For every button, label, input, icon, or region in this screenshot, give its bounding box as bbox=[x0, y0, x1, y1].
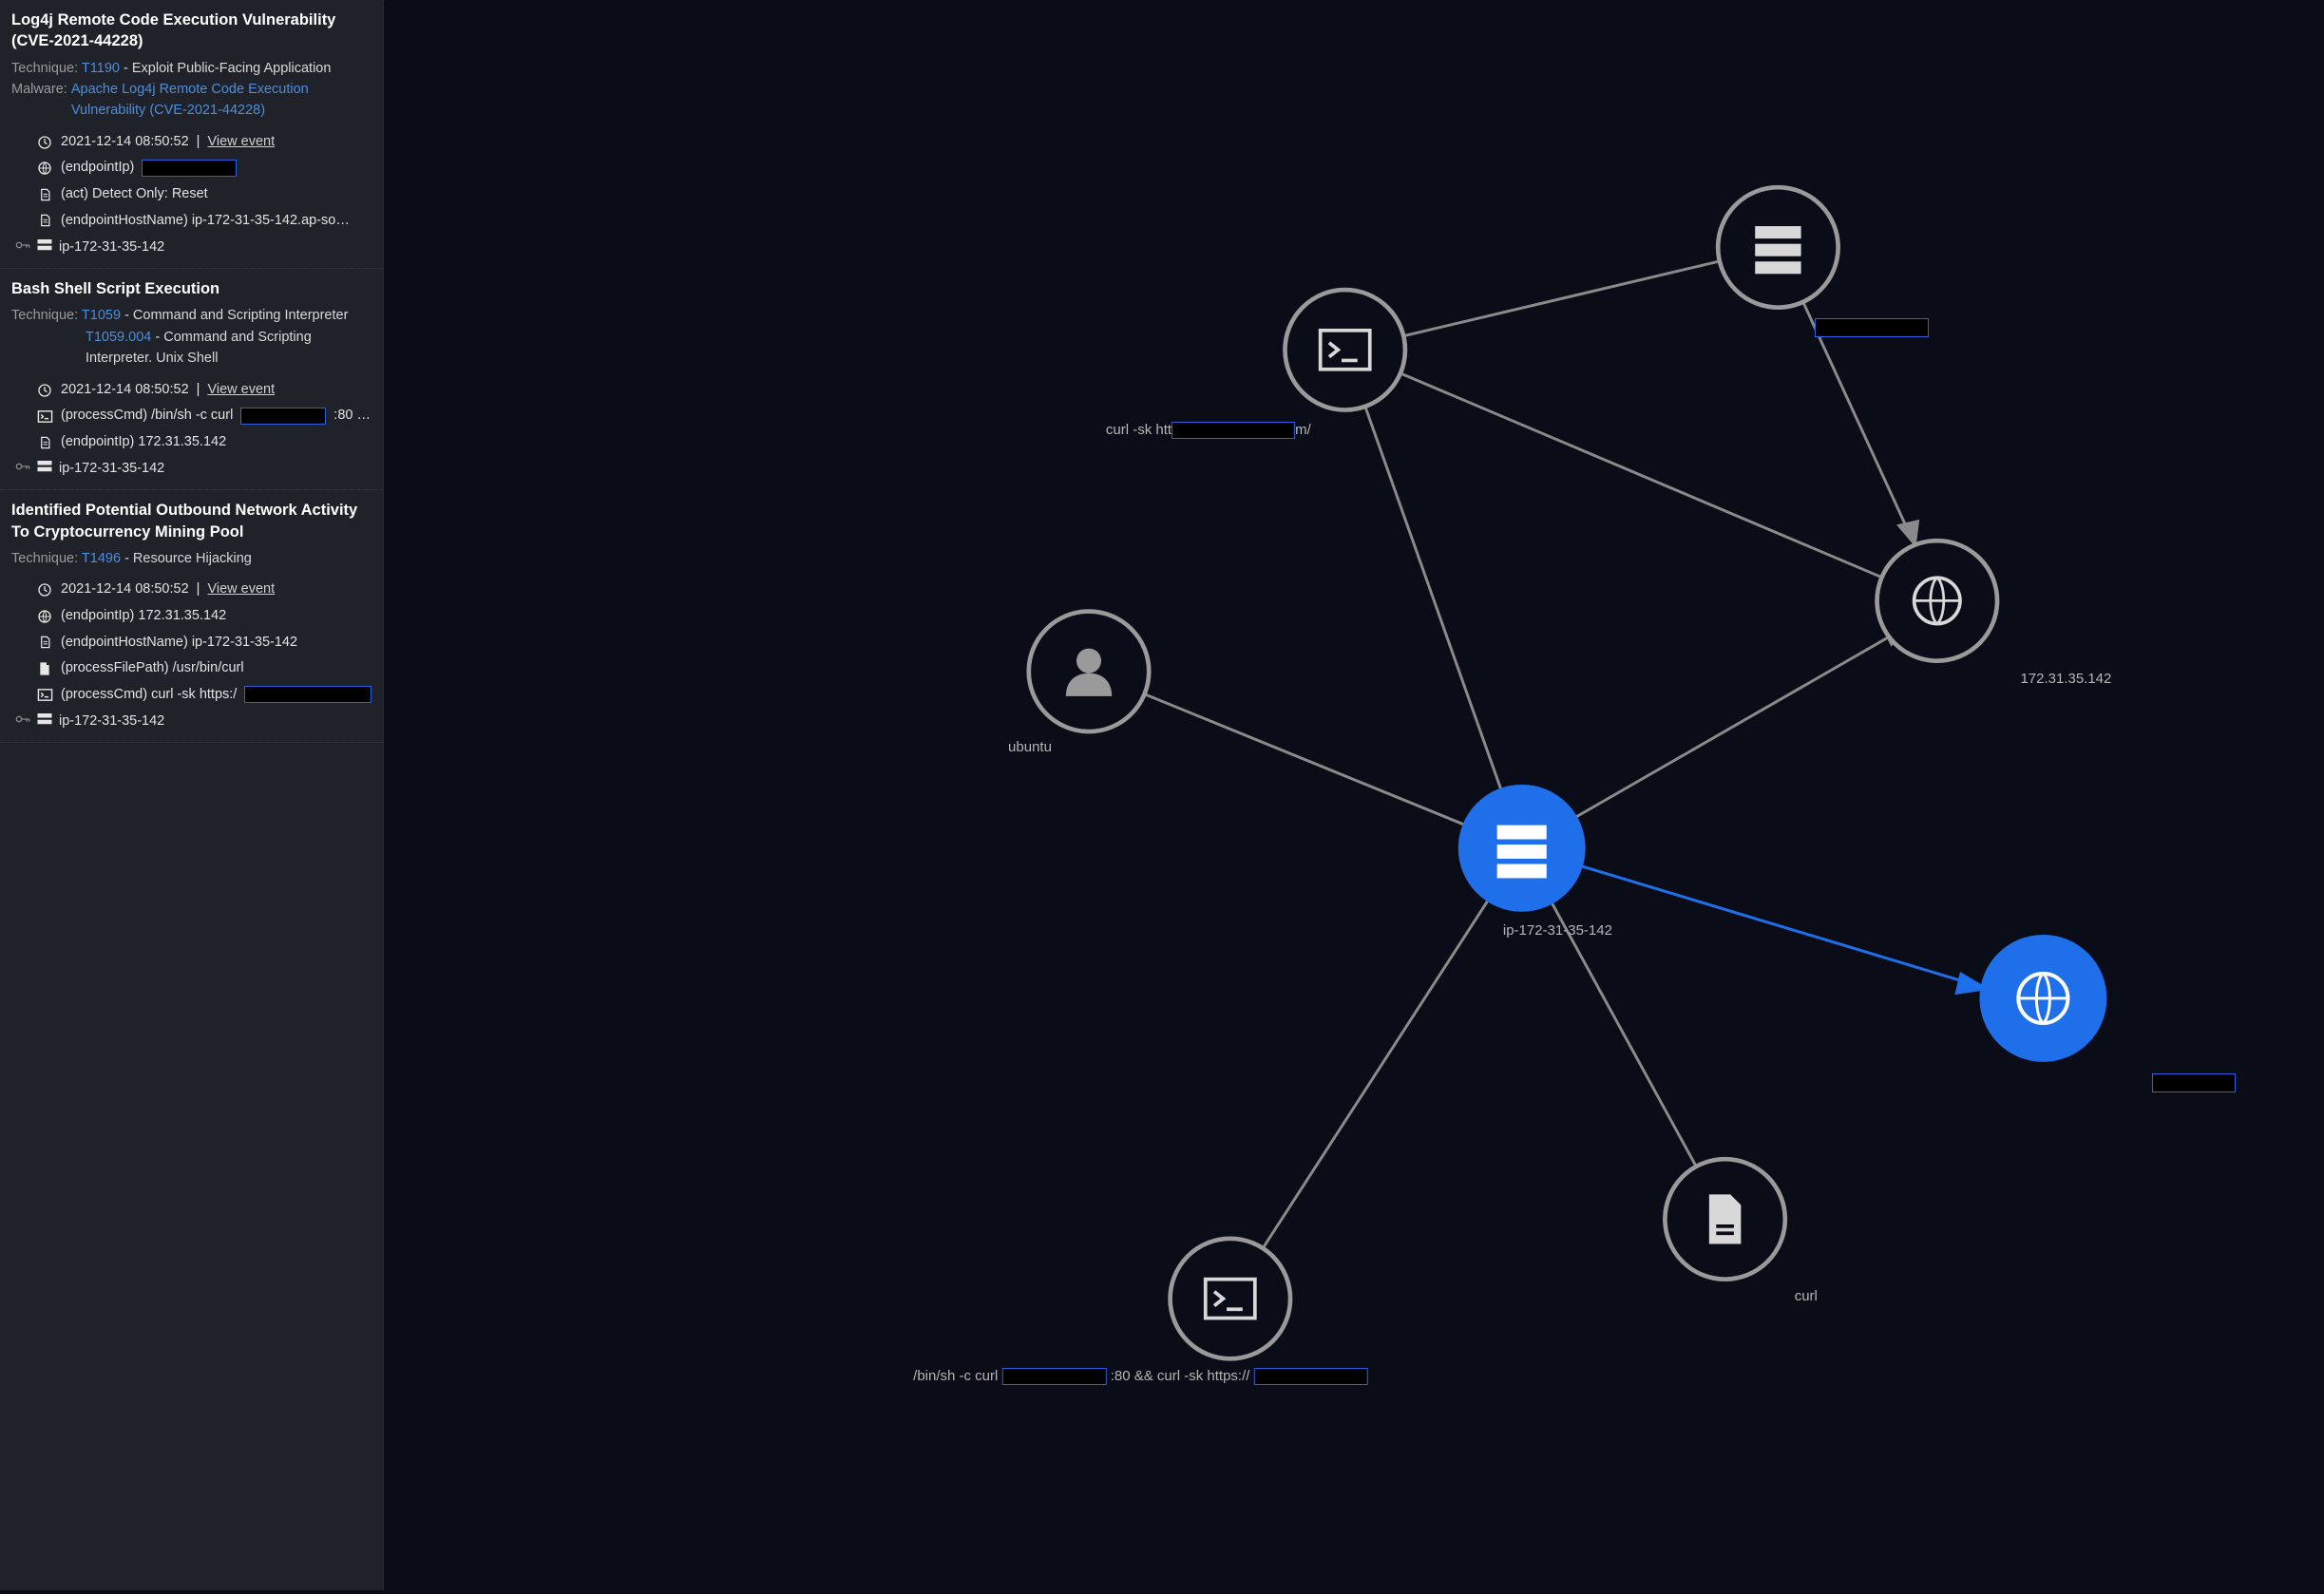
server-icon bbox=[36, 237, 53, 256]
graph-label: curl bbox=[1795, 1288, 1818, 1304]
view-event-link[interactable]: View event bbox=[207, 129, 275, 156]
host-row: ip-172-31-35-142 bbox=[11, 712, 371, 731]
server-icon bbox=[1497, 825, 1547, 879]
clock-icon bbox=[36, 135, 53, 150]
redacted-value bbox=[2152, 1073, 2236, 1092]
page-icon bbox=[36, 661, 53, 676]
redacted-value bbox=[240, 408, 326, 425]
malware-link[interactable]: Apache Log4j Remote Code Execution Vulne… bbox=[71, 79, 356, 122]
event-item[interactable]: Identified Potential Outbound Network Ac… bbox=[0, 490, 383, 743]
technique-link[interactable]: T1496 bbox=[82, 551, 121, 566]
event-title: Bash Shell Script Execution bbox=[11, 278, 371, 299]
detail-row: (processCmd) /bin/sh -c curl :80 … bbox=[36, 403, 371, 429]
attack-graph[interactable]: ubuntu curl -sk httm/ 172.31.35.142 ip-1… bbox=[384, 0, 2324, 1590]
key-icon bbox=[15, 712, 30, 730]
event-title: Log4j Remote Code Execution Vulnerabilit… bbox=[11, 9, 371, 52]
detail-row: (processFilePath) /usr/bin/curl bbox=[36, 655, 371, 682]
document-icon bbox=[36, 187, 53, 202]
clock-icon bbox=[36, 383, 53, 398]
terminal-icon bbox=[36, 688, 53, 702]
technique-link[interactable]: T1059 bbox=[82, 308, 121, 323]
globe-icon bbox=[36, 161, 53, 176]
detail-row: (endpointIp) 172.31.35.142 bbox=[36, 603, 371, 630]
view-event-link[interactable]: View event bbox=[207, 377, 275, 404]
key-icon bbox=[15, 460, 30, 477]
host-row: ip-172-31-35-142 bbox=[11, 459, 371, 478]
timestamp-row: 2021-12-14 08:50:52 | View event bbox=[36, 577, 371, 603]
graph-node-ip[interactable] bbox=[1877, 541, 1997, 660]
redacted-value bbox=[142, 160, 237, 177]
technique-line: Technique: T1190 - Exploit Public-Facing… bbox=[11, 58, 371, 79]
terminal-icon bbox=[36, 409, 53, 424]
redacted-value bbox=[244, 686, 371, 703]
graph-node-terminal[interactable] bbox=[1285, 290, 1404, 409]
detail-row: (endpointIp) bbox=[36, 155, 371, 181]
timestamp-row: 2021-12-14 08:50:52 | View event bbox=[36, 377, 371, 404]
page-icon bbox=[1709, 1194, 1741, 1243]
event-sidebar[interactable]: Log4j Remote Code Execution Vulnerabilit… bbox=[0, 0, 384, 1590]
graph-label: ip-172-31-35-142 bbox=[1503, 922, 1612, 939]
event-title: Identified Potential Outbound Network Ac… bbox=[11, 500, 371, 542]
technique-link[interactable]: T1059.004 bbox=[86, 330, 151, 345]
server-icon bbox=[1755, 226, 1800, 274]
timestamp-row: 2021-12-14 08:50:52 | View event bbox=[36, 129, 371, 156]
graph-node-host[interactable] bbox=[1458, 785, 1586, 912]
view-event-link[interactable]: View event bbox=[207, 577, 275, 603]
graph-label: 172.31.35.142 bbox=[2020, 671, 2111, 687]
graph-node-user[interactable] bbox=[1029, 612, 1149, 731]
server-icon bbox=[36, 712, 53, 731]
detail-row: (processCmd) curl -sk https:/ bbox=[36, 682, 371, 709]
key-icon bbox=[15, 238, 30, 256]
technique-line: Technique: T1059 - Command and Scripting… bbox=[11, 305, 371, 326]
technique-link[interactable]: T1190 bbox=[82, 61, 120, 76]
document-icon bbox=[36, 213, 53, 228]
graph-node-ip-external[interactable] bbox=[1979, 935, 2106, 1062]
malware-line: Malware: Apache Log4j Remote Code Execut… bbox=[11, 79, 371, 122]
redacted-value bbox=[1815, 318, 1929, 337]
detail-row: (endpointHostName) ip-172-31-35-142.ap-s… bbox=[36, 208, 371, 235]
graph-label: curl -sk httm/ bbox=[1106, 422, 1311, 439]
server-icon bbox=[36, 459, 53, 478]
event-item[interactable]: Bash Shell Script Execution Technique: T… bbox=[0, 269, 383, 490]
document-icon bbox=[36, 435, 53, 450]
detail-row: (endpointIp) 172.31.35.142 bbox=[36, 429, 371, 456]
detail-row: (act) Detect Only: Reset bbox=[36, 181, 371, 208]
globe-icon bbox=[36, 609, 53, 624]
graph-node-server[interactable] bbox=[1718, 187, 1838, 307]
host-row: ip-172-31-35-142 bbox=[11, 237, 371, 256]
graph-label: ubuntu bbox=[1008, 739, 1052, 755]
redacted-value bbox=[1172, 422, 1295, 439]
redacted-value bbox=[1254, 1368, 1368, 1385]
document-icon bbox=[36, 635, 53, 650]
detail-row: (endpointHostName) ip-172-31-35-142 bbox=[36, 630, 371, 656]
graph-label: /bin/sh -c curl :80 && curl -sk https:// bbox=[913, 1368, 1367, 1385]
graph-node-terminal[interactable] bbox=[1171, 1239, 1290, 1358]
event-item[interactable]: Log4j Remote Code Execution Vulnerabilit… bbox=[0, 0, 383, 269]
graph-node-file[interactable] bbox=[1665, 1159, 1784, 1279]
clock-icon bbox=[36, 582, 53, 598]
redacted-value bbox=[1002, 1368, 1107, 1385]
technique-line: Technique: T1496 - Resource Hijacking bbox=[11, 548, 371, 569]
technique-line: T1059.004 - Command and Scripting Interp… bbox=[11, 327, 371, 370]
